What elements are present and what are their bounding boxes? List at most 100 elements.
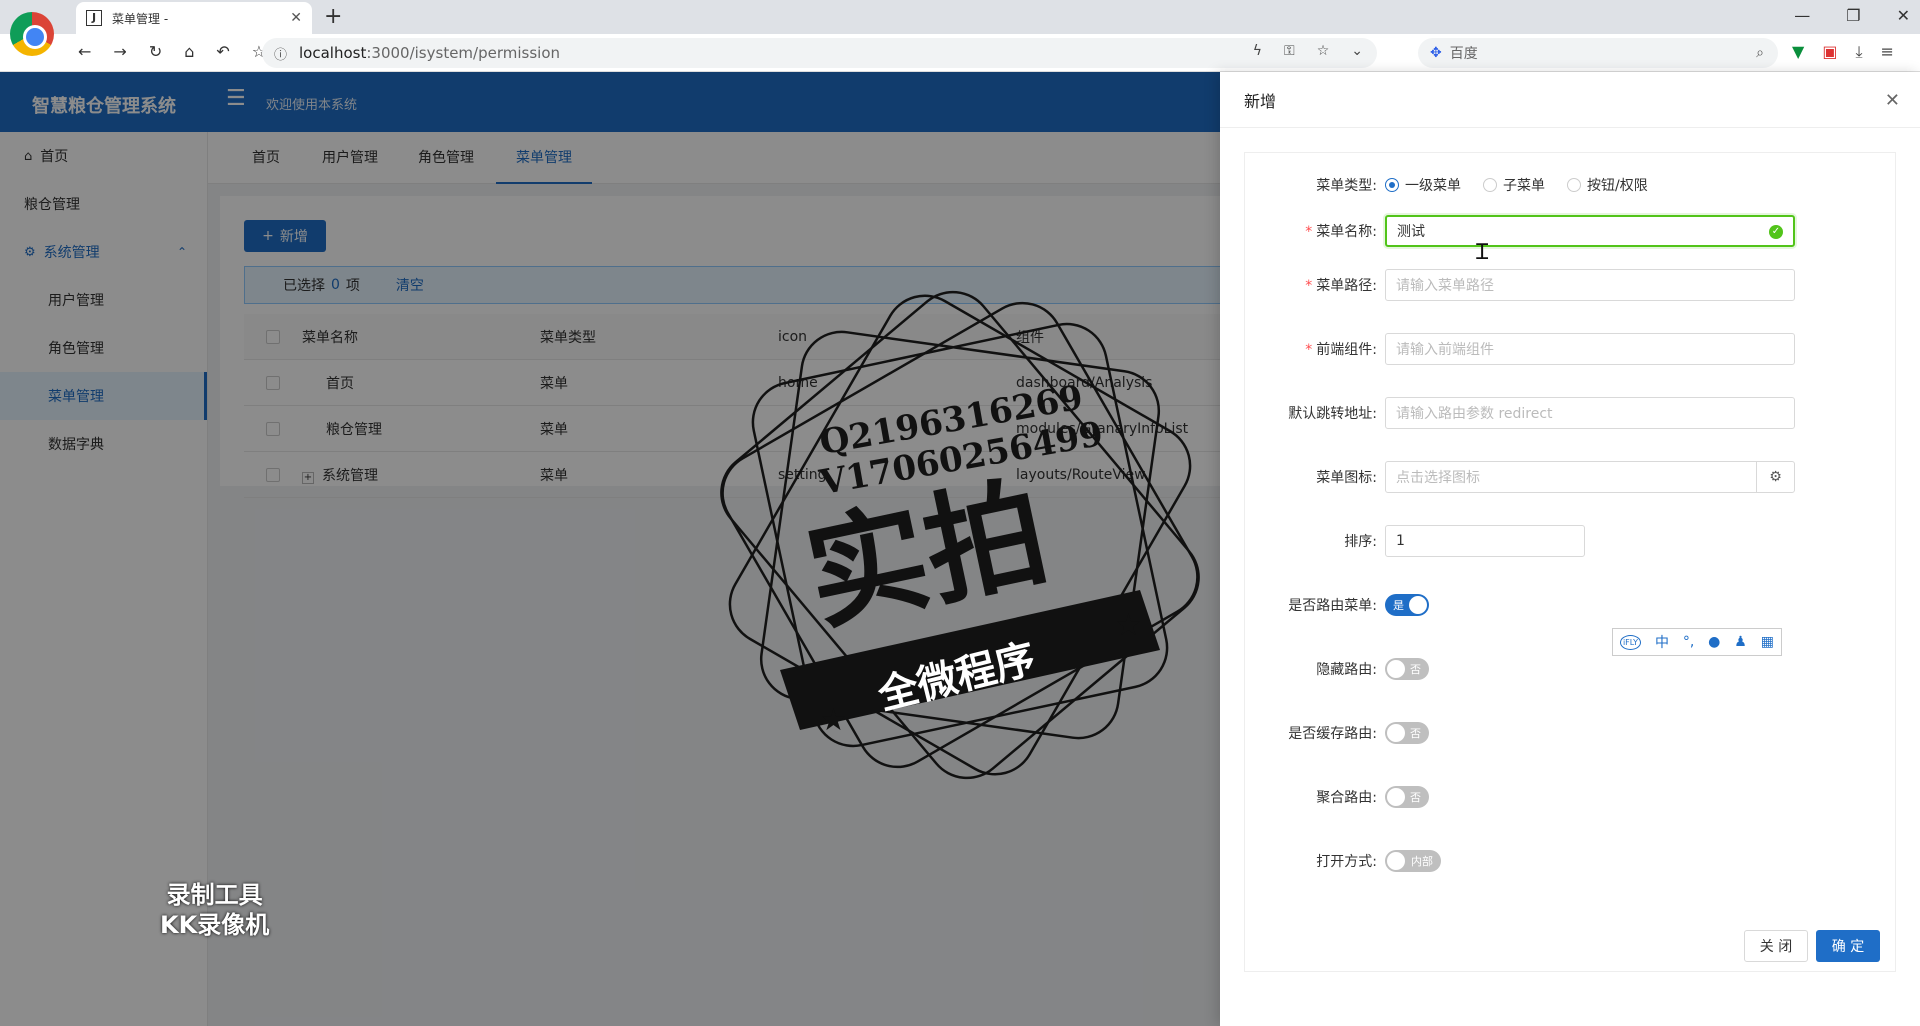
- kk-recorder-watermark: 录制工具 KK录像机: [160, 880, 269, 940]
- switch-text: 内部: [1411, 855, 1433, 868]
- cache-route-switch[interactable]: 否: [1385, 722, 1429, 744]
- back-icon[interactable]: ←: [78, 42, 91, 61]
- lightning-icon[interactable]: ϟ: [1253, 43, 1262, 59]
- chrome-logo: [10, 12, 54, 56]
- url-host: localhost: [299, 44, 367, 62]
- switch-knob: [1387, 788, 1405, 806]
- switch-text: 否: [1410, 791, 1421, 804]
- home-icon[interactable]: ⌂: [184, 42, 194, 61]
- site-info-icon[interactable]: ⓘ: [274, 44, 287, 63]
- punctuation-icon[interactable]: °,: [1683, 634, 1694, 650]
- component-label: * 前端组件:: [1245, 339, 1385, 359]
- icon-placeholder: 点击选择图标: [1396, 470, 1480, 486]
- gear-icon[interactable]: ⚙: [1756, 462, 1794, 492]
- kk-line-1: 录制工具: [166, 881, 263, 909]
- menu-name-row: * 菜单名称: 测试 ✓: [1245, 215, 1897, 247]
- close-button[interactable]: 关 闭: [1744, 930, 1808, 962]
- menu-icon[interactable]: ≡: [1881, 42, 1894, 62]
- baidu-icon: ✥: [1430, 45, 1442, 61]
- nav-buttons: ← → ↻ ⌂ ↶ ☆: [78, 42, 266, 61]
- ifly-icon[interactable]: iFLY: [1619, 634, 1642, 650]
- window-controls: — ❐ ✕: [1794, 6, 1910, 25]
- open-mode-switch[interactable]: 内部: [1385, 850, 1441, 872]
- menu-path-row: * 菜单路径: 请输入菜单路径: [1245, 269, 1897, 301]
- window-close-icon[interactable]: ✕: [1897, 6, 1910, 25]
- key-icon[interactable]: ⚿: [1284, 43, 1295, 59]
- menu-name-value: 测试: [1397, 224, 1425, 240]
- grid-icon[interactable]: ▦: [1761, 634, 1774, 650]
- hidden-route-switch[interactable]: 否: [1385, 658, 1429, 680]
- address-bar[interactable]: ⓘ localhost:3000/isystem/permission ϟ ⚿ …: [262, 38, 1377, 68]
- vue-devtools-icon[interactable]: ▼: [1792, 42, 1804, 62]
- menu-name-label: * 菜单名称:: [1245, 221, 1385, 241]
- sort-input[interactable]: 1: [1385, 525, 1585, 557]
- address-actions: ϟ ⚿ ☆ ⌄: [1253, 43, 1363, 59]
- undo-icon[interactable]: ↶: [216, 42, 229, 61]
- route-menu-row: 是否路由菜单: 是: [1245, 589, 1897, 621]
- browser-toolbar: ← → ↻ ⌂ ↶ ☆ ⓘ localhost:3000/isystem/per…: [0, 34, 1920, 72]
- search-box[interactable]: ✥ 百度 ⌕: [1418, 38, 1778, 68]
- chinese-mode-icon[interactable]: 中: [1655, 632, 1669, 652]
- drawer-close-icon[interactable]: ✕: [1885, 90, 1900, 111]
- tab-close-icon[interactable]: ✕: [290, 10, 302, 26]
- radio-dot: [1385, 178, 1399, 192]
- radio-sub-menu[interactable]: 子菜单: [1483, 175, 1545, 195]
- reload-icon[interactable]: ↻: [149, 42, 162, 61]
- radio-dot: [1483, 178, 1497, 192]
- component-input[interactable]: 请输入前端组件: [1385, 333, 1795, 365]
- minimize-icon[interactable]: —: [1794, 6, 1810, 25]
- user-icon[interactable]: ♟: [1734, 634, 1747, 650]
- open-mode-row: 打开方式: 内部: [1245, 845, 1897, 877]
- confirm-button[interactable]: 确 定: [1816, 930, 1880, 962]
- radio-top-menu[interactable]: 一级菜单: [1385, 175, 1461, 195]
- download-icon[interactable]: ⤓: [1855, 42, 1862, 62]
- valid-check-icon: ✓: [1769, 225, 1783, 239]
- component-label-text: 前端组件:: [1316, 342, 1377, 358]
- switch-knob: [1387, 724, 1405, 742]
- route-menu-label: 是否路由菜单:: [1288, 598, 1377, 614]
- required-mark: *: [1305, 278, 1313, 294]
- tab-favicon: J: [86, 10, 102, 26]
- new-tab-icon[interactable]: +: [324, 4, 342, 29]
- cache-route-row: 是否缓存路由: 否: [1245, 717, 1897, 749]
- menu-type-label: 菜单类型:: [1316, 178, 1377, 194]
- radio-label: 子菜单: [1503, 178, 1545, 194]
- redirect-input[interactable]: 请输入路由参数 redirect: [1385, 397, 1795, 429]
- restore-icon[interactable]: ❐: [1846, 6, 1860, 25]
- microphone-icon[interactable]: ●: [1708, 634, 1720, 650]
- hidden-route-label: 隐藏路由:: [1316, 662, 1377, 678]
- radio-label: 按钮/权限: [1587, 178, 1648, 194]
- sort-row: 排序: 1: [1245, 525, 1897, 557]
- menu-path-label: * 菜单路径:: [1245, 275, 1385, 295]
- menu-name-input[interactable]: 测试 ✓: [1385, 215, 1795, 247]
- pdf-icon[interactable]: ▣: [1822, 42, 1837, 62]
- icon-label: 菜单图标:: [1316, 470, 1377, 486]
- add-menu-drawer: 新增 ✕ 菜单类型: 一级菜单 子菜单 按钮/权限 * 菜单名称: 测试 ✓ * 菜单…: [1220, 72, 1920, 1026]
- switch-text: 否: [1410, 663, 1421, 676]
- search-icon[interactable]: ⌕: [1756, 45, 1764, 61]
- chevron-down-icon[interactable]: ⌄: [1351, 43, 1363, 59]
- radio-dot: [1567, 178, 1581, 192]
- extension-icons: ▼ ▣ ⤓ ≡: [1792, 42, 1894, 62]
- aggregate-route-label: 聚合路由:: [1316, 790, 1377, 806]
- required-mark: *: [1305, 224, 1313, 240]
- drawer-title: 新增: [1220, 72, 1920, 128]
- radio-label: 一级菜单: [1405, 178, 1461, 194]
- tab-title: 菜单管理 -: [112, 11, 169, 26]
- browser-tab[interactable]: J 菜单管理 - ✕: [76, 2, 312, 34]
- icon-input[interactable]: 点击选择图标 ⚙: [1385, 461, 1795, 493]
- redirect-row: 默认跳转地址: 请输入路由参数 redirect: [1245, 397, 1897, 429]
- forward-icon[interactable]: →: [113, 42, 126, 61]
- icon-row: 菜单图标: 点击选择图标 ⚙: [1245, 461, 1897, 493]
- menu-path-label-text: 菜单路径:: [1316, 278, 1377, 294]
- switch-knob: [1387, 852, 1405, 870]
- required-mark: *: [1305, 342, 1313, 358]
- switch-knob: [1387, 660, 1405, 678]
- component-row: * 前端组件: 请输入前端组件: [1245, 333, 1897, 365]
- route-menu-switch[interactable]: 是: [1385, 594, 1429, 616]
- radio-button-permission[interactable]: 按钮/权限: [1567, 175, 1648, 195]
- menu-path-input[interactable]: 请输入菜单路径: [1385, 269, 1795, 301]
- star-icon[interactable]: ☆: [1317, 43, 1330, 59]
- redirect-label: 默认跳转地址:: [1288, 406, 1377, 422]
- aggregate-route-switch[interactable]: 否: [1385, 786, 1429, 808]
